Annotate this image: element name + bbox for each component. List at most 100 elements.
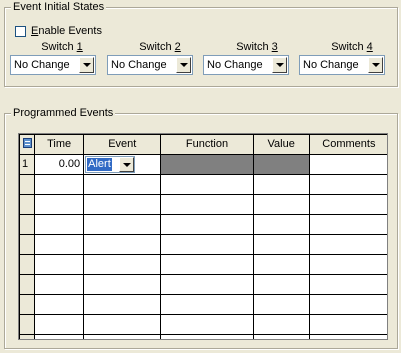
- event-initial-states-group: Event Initial States Enable Events Switc…: [4, 1, 398, 87]
- switch-4-label: Switch 4: [331, 41, 373, 53]
- switch-3-value: No Change: [207, 59, 263, 71]
- switch-4-select[interactable]: No Change: [299, 55, 385, 75]
- comments-cell[interactable]: [308, 194, 387, 215]
- switch-3-label: Switch 3: [236, 41, 278, 53]
- comments-cell[interactable]: [308, 154, 387, 175]
- event-cell[interactable]: [83, 194, 162, 215]
- time-cell[interactable]: [34, 254, 85, 275]
- time-cell[interactable]: [34, 274, 85, 295]
- time-cell[interactable]: [34, 174, 85, 195]
- value-cell[interactable]: [252, 274, 310, 295]
- row-number[interactable]: [19, 174, 36, 195]
- function-cell[interactable]: [160, 314, 254, 335]
- enable-events-label: Enable Events: [31, 25, 102, 37]
- time-cell[interactable]: 0.00: [34, 154, 85, 175]
- table-row[interactable]: [19, 214, 387, 235]
- table-row[interactable]: [19, 294, 387, 315]
- comments-cell[interactable]: [308, 234, 387, 255]
- switch-1-select[interactable]: No Change: [10, 55, 96, 75]
- time-cell[interactable]: [34, 314, 85, 335]
- event-cell[interactable]: [83, 314, 162, 335]
- chevron-down-icon: [371, 63, 380, 67]
- table-row[interactable]: [19, 314, 387, 335]
- events-grid[interactable]: Time Event Function Value Comments 1 0.0…: [18, 133, 388, 340]
- chevron-down-icon: [179, 63, 188, 67]
- function-cell[interactable]: [160, 254, 254, 275]
- column-header-value[interactable]: Value: [252, 134, 310, 155]
- function-cell[interactable]: [160, 154, 254, 175]
- time-cell[interactable]: [34, 234, 85, 255]
- row-number[interactable]: [19, 314, 36, 335]
- event-cell[interactable]: [83, 334, 162, 339]
- function-cell[interactable]: [160, 214, 254, 235]
- function-cell[interactable]: [160, 174, 254, 195]
- row-number[interactable]: [19, 334, 36, 339]
- table-row[interactable]: 1 0.00 Alert: [19, 154, 387, 175]
- table-row[interactable]: [19, 254, 387, 275]
- function-cell[interactable]: [160, 334, 254, 339]
- switch-2-dropdown-button[interactable]: [176, 57, 191, 73]
- comments-cell[interactable]: [308, 334, 387, 339]
- comments-cell[interactable]: [308, 174, 387, 195]
- comments-cell[interactable]: [308, 274, 387, 295]
- switch-1-label: Switch 1: [41, 41, 83, 53]
- row-number[interactable]: 1: [19, 154, 36, 175]
- column-header-function[interactable]: Function: [160, 134, 254, 155]
- switch-3-select[interactable]: No Change: [203, 55, 289, 75]
- value-cell[interactable]: [252, 254, 310, 275]
- event-cell[interactable]: [83, 234, 162, 255]
- comments-cell[interactable]: [308, 314, 387, 335]
- comments-cell[interactable]: [308, 254, 387, 275]
- comments-cell[interactable]: [308, 214, 387, 235]
- function-cell[interactable]: [160, 294, 254, 315]
- column-header-event[interactable]: Event: [83, 134, 162, 155]
- switch-1-dropdown-button[interactable]: [79, 57, 94, 73]
- value-cell[interactable]: [252, 174, 310, 195]
- event-cell[interactable]: [83, 254, 162, 275]
- select-all-corner[interactable]: [19, 134, 36, 155]
- value-cell[interactable]: [252, 214, 310, 235]
- value-cell[interactable]: [252, 334, 310, 339]
- function-cell[interactable]: [160, 194, 254, 215]
- enable-events-checkbox[interactable]: Enable Events: [15, 24, 102, 38]
- value-cell[interactable]: [252, 294, 310, 315]
- row-number[interactable]: [19, 254, 36, 275]
- row-number[interactable]: [19, 234, 36, 255]
- table-row[interactable]: [19, 194, 387, 215]
- row-number[interactable]: [19, 194, 36, 215]
- value-cell[interactable]: [252, 314, 310, 335]
- event-value: Alert: [87, 158, 112, 171]
- switch-2-select[interactable]: No Change: [107, 55, 193, 75]
- table-row[interactable]: [19, 234, 387, 255]
- value-cell[interactable]: [252, 154, 310, 175]
- event-cell[interactable]: Alert: [83, 154, 162, 175]
- checkbox-box[interactable]: [15, 25, 26, 37]
- row-number[interactable]: [19, 294, 36, 315]
- function-cell[interactable]: [160, 274, 254, 295]
- event-dropdown-button[interactable]: [119, 157, 135, 172]
- row-number[interactable]: [19, 214, 36, 235]
- value-cell[interactable]: [252, 234, 310, 255]
- time-cell[interactable]: [34, 334, 85, 339]
- event-cell[interactable]: [83, 274, 162, 295]
- event-cell[interactable]: [83, 294, 162, 315]
- row-number[interactable]: [19, 274, 36, 295]
- time-cell[interactable]: [34, 214, 85, 235]
- event-select[interactable]: Alert: [85, 156, 136, 173]
- table-row[interactable]: [19, 334, 387, 339]
- column-header-comments[interactable]: Comments: [308, 134, 387, 155]
- switch-4-dropdown-button[interactable]: [368, 57, 383, 73]
- time-cell[interactable]: [34, 294, 85, 315]
- event-cell[interactable]: [83, 174, 162, 195]
- table-row[interactable]: [19, 174, 387, 195]
- table-row[interactable]: [19, 274, 387, 295]
- function-cell[interactable]: [160, 234, 254, 255]
- comments-cell[interactable]: [308, 294, 387, 315]
- value-cell[interactable]: [252, 194, 310, 215]
- header-row: Time Event Function Value Comments: [19, 134, 387, 155]
- event-cell[interactable]: [83, 214, 162, 235]
- time-cell[interactable]: [34, 194, 85, 215]
- switch-3-dropdown-button[interactable]: [272, 57, 287, 73]
- column-header-time[interactable]: Time: [34, 134, 85, 155]
- chevron-down-icon: [82, 63, 91, 67]
